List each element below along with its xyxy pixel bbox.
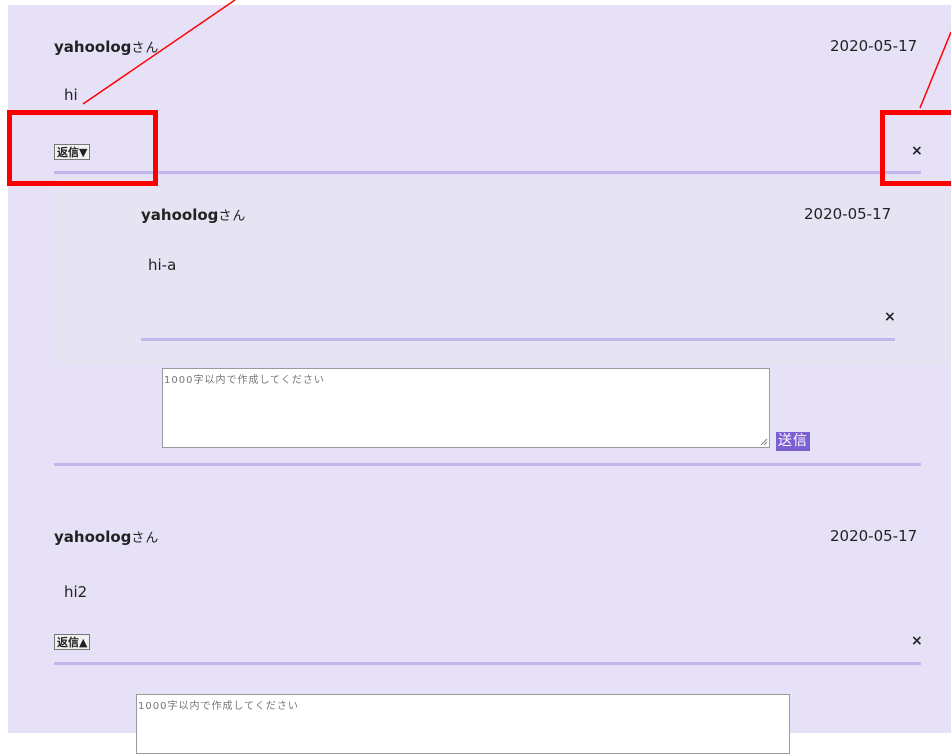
author-name: yahoolog (141, 206, 219, 224)
author-name: yahoolog (54, 38, 132, 56)
author-suffix: さん (131, 41, 160, 56)
delete-comment-button[interactable]: × (911, 633, 923, 649)
comment-date: 2020-05-17 (830, 527, 918, 545)
reply-author: yahoologさん (141, 205, 246, 224)
thread-divider (54, 463, 921, 466)
comment-author: yahoologさん (54, 527, 159, 546)
delete-reply-button[interactable]: × (884, 309, 896, 325)
reply-button-callout (7, 110, 158, 186)
delete-button-callout (880, 110, 951, 186)
reply-divider (141, 338, 895, 341)
comment-author: yahoologさん (54, 37, 159, 56)
send-button[interactable]: 送信 (776, 432, 810, 451)
reply-body: hi-a (148, 256, 177, 274)
comment-divider (54, 662, 921, 665)
author-suffix: さん (218, 209, 247, 224)
resize-grip-icon[interactable] (760, 438, 768, 446)
author-suffix: さん (131, 531, 160, 546)
reply-textarea[interactable] (136, 694, 790, 754)
comment-body: hi2 (64, 583, 88, 601)
reply-toggle-button[interactable]: 返信▲ (54, 634, 91, 650)
reply-date: 2020-05-17 (804, 205, 892, 223)
author-name: yahoolog (54, 528, 132, 546)
comment-body: hi (64, 86, 78, 104)
reply-textarea[interactable] (162, 368, 770, 448)
comment-divider (54, 171, 921, 174)
comment-date: 2020-05-17 (830, 37, 918, 55)
